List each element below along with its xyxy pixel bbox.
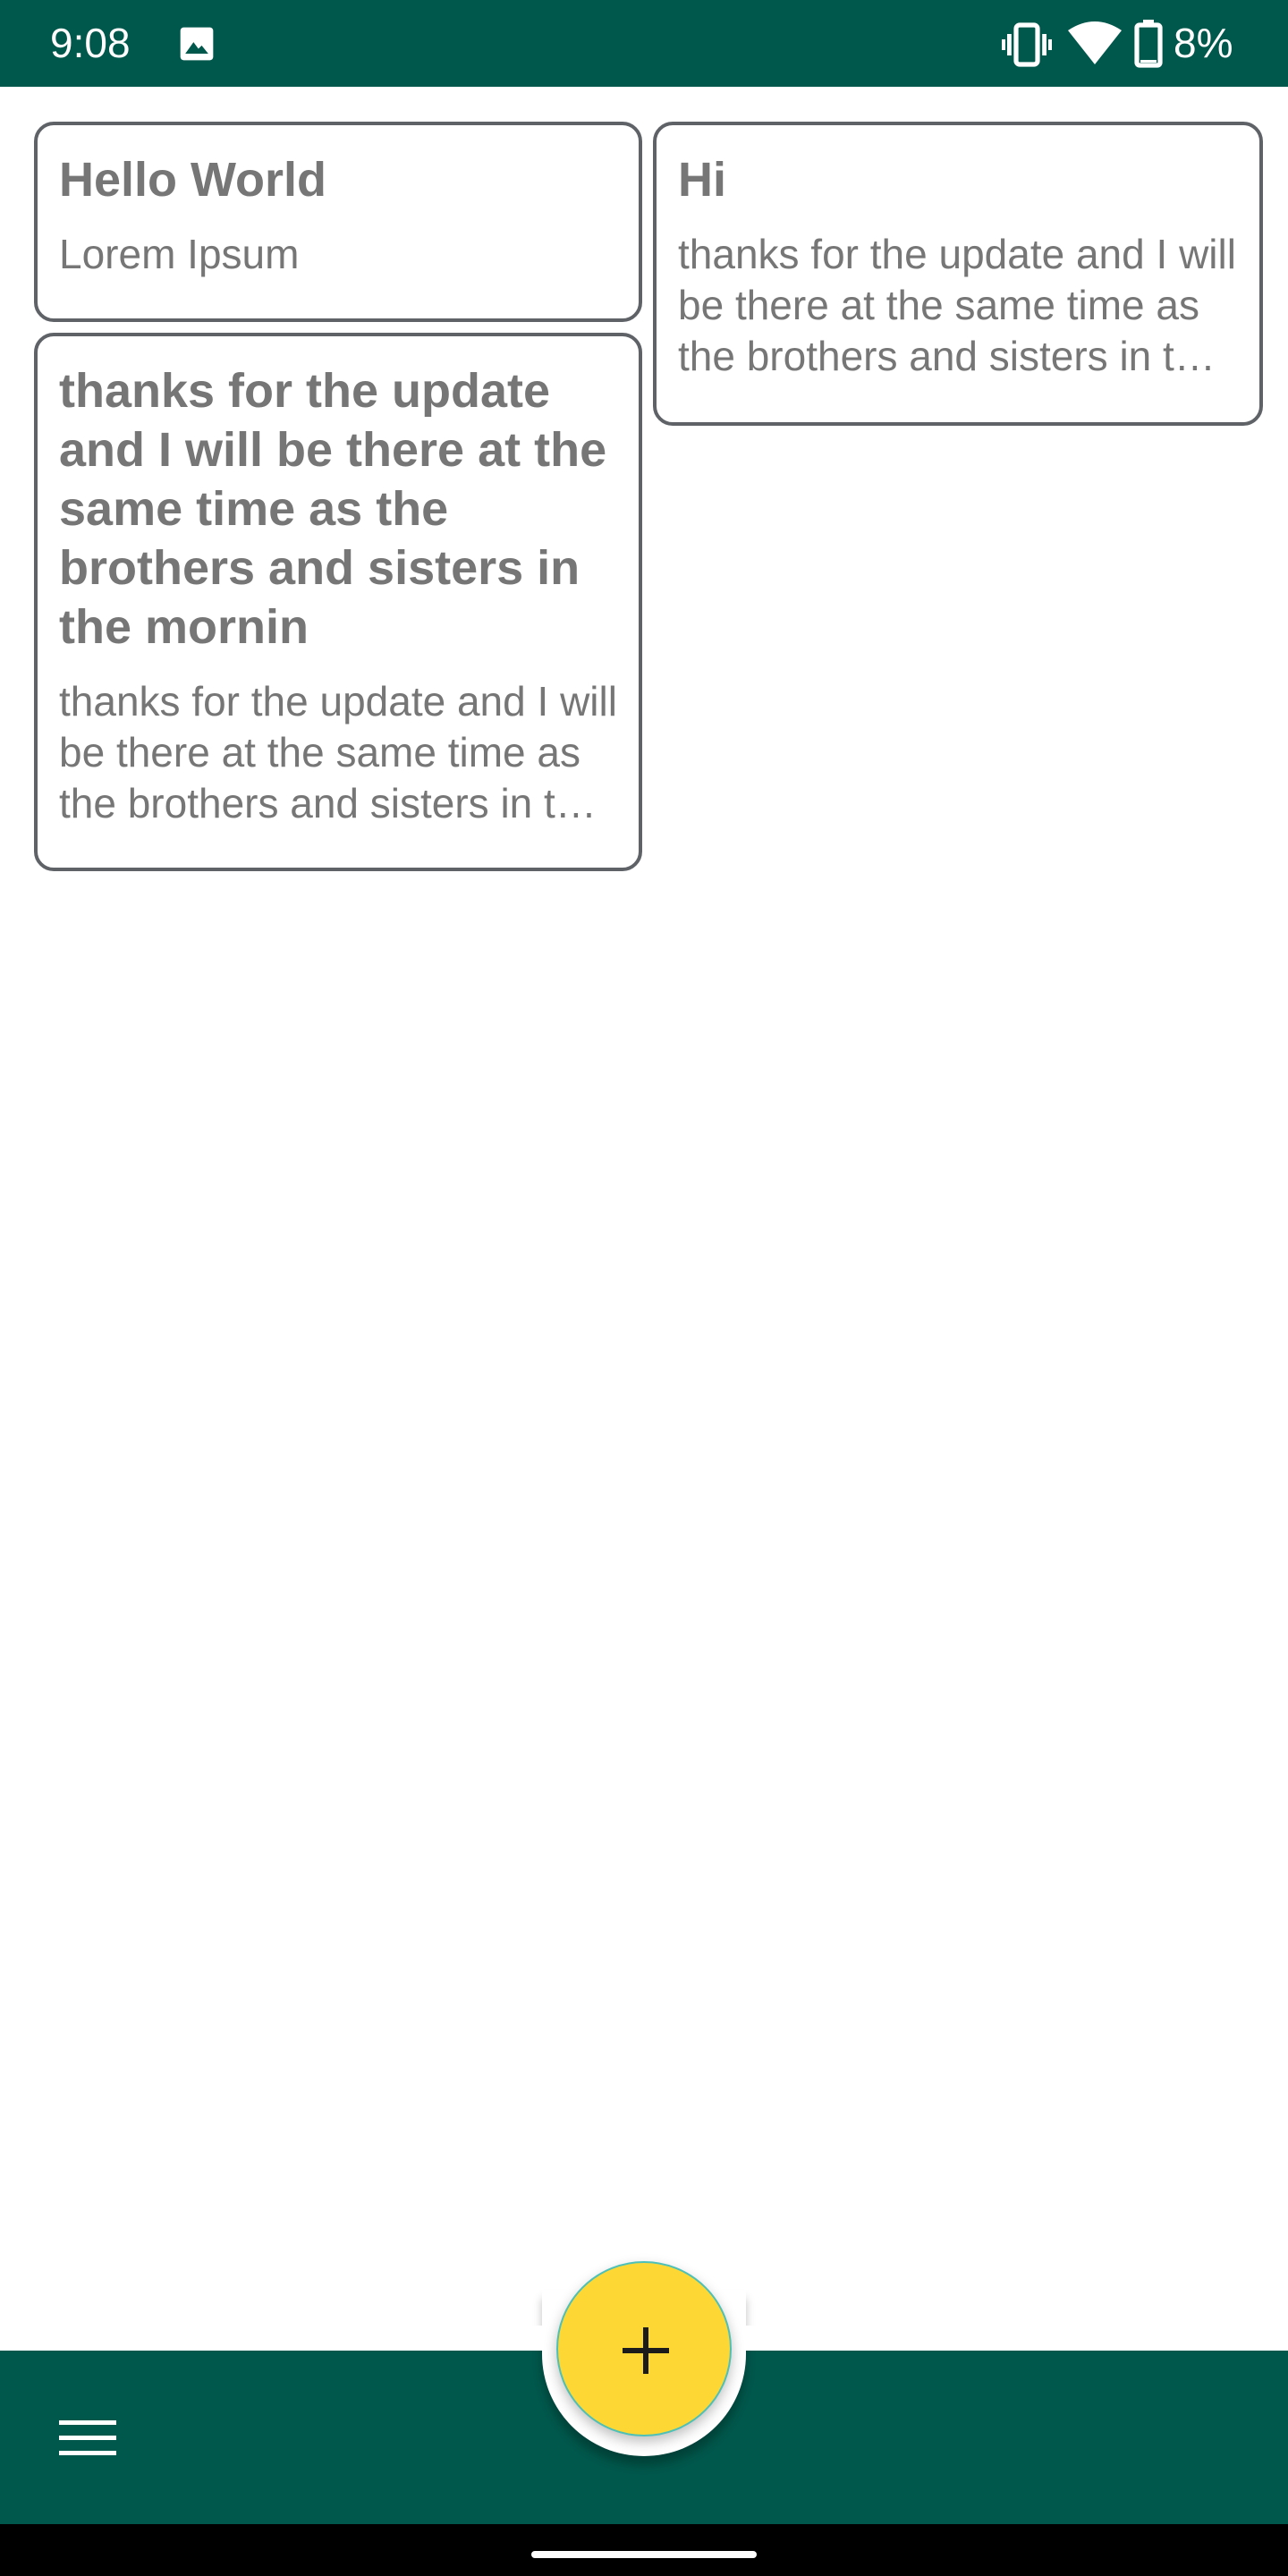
plus-icon xyxy=(623,2327,669,2374)
note-title: Hi xyxy=(678,153,726,207)
note-title: Hello World xyxy=(59,153,327,207)
hamburger-menu-icon xyxy=(59,2420,116,2455)
image-icon xyxy=(180,27,214,61)
wifi-icon xyxy=(1068,21,1122,64)
add-note-button[interactable] xyxy=(556,2261,732,2436)
system-navigation-bar xyxy=(0,2524,1288,2576)
note-card[interactable]: thanks for the update and I will be ther… xyxy=(34,333,642,871)
status-bar: 9:08 8% xyxy=(0,0,1288,87)
note-card[interactable]: Hi thanks for the update and I will be t… xyxy=(653,122,1263,426)
battery-icon xyxy=(1134,20,1163,68)
menu-button[interactable] xyxy=(41,2410,134,2467)
battery-percentage: 8% xyxy=(1174,20,1233,66)
vibrate-icon xyxy=(1002,22,1052,67)
note-body: thanks for the update and I will be ther… xyxy=(678,231,1236,379)
home-gesture-handle[interactable] xyxy=(531,2551,757,2558)
note-body: thanks for the update and I will be ther… xyxy=(59,678,617,826)
status-time: 9:08 xyxy=(50,20,131,66)
note-card[interactable]: Hello World Lorem Ipsum xyxy=(34,122,642,322)
note-title: thanks for the update and I will be ther… xyxy=(59,364,607,654)
note-body: Lorem Ipsum xyxy=(59,231,300,277)
